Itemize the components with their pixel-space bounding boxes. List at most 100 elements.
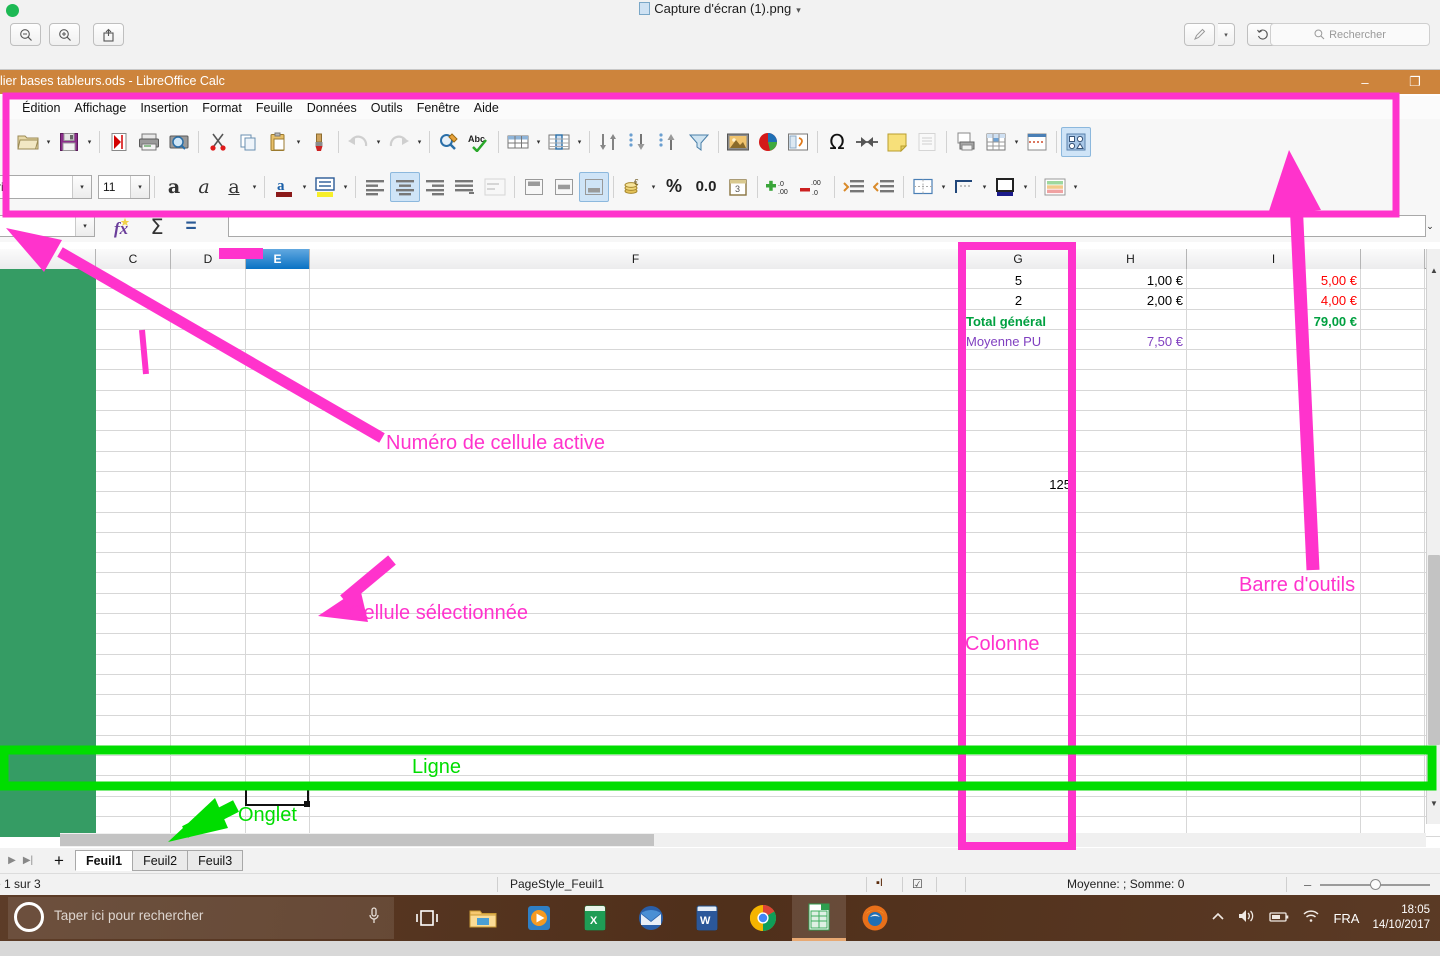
media-player-button[interactable]: [512, 895, 566, 941]
underline-button[interactable]: a: [219, 172, 249, 202]
freeze-rows-columns-button[interactable]: [852, 127, 882, 157]
column-header-F[interactable]: F: [310, 249, 962, 269]
print-button[interactable]: [134, 127, 164, 157]
selection-mode-icon[interactable]: ▪I: [876, 877, 883, 889]
open-document-button[interactable]: [13, 127, 43, 157]
scroll-up-icon[interactable]: ▲: [1427, 263, 1440, 277]
column-header-I[interactable]: I: [1187, 249, 1361, 269]
align-center-button[interactable]: [390, 171, 420, 202]
align-bottom-button[interactable]: [579, 171, 609, 202]
format-currency-button[interactable]: €: [618, 172, 648, 202]
cell-G2[interactable]: 2: [962, 291, 1075, 311]
add-decimal-button[interactable]: .0.00: [762, 172, 796, 202]
column-button[interactable]: [544, 127, 574, 157]
font-color-button[interactable]: a: [269, 172, 299, 202]
sort-ascending-button[interactable]: [624, 127, 654, 157]
spreadsheet-grid-area[interactable]: C D E F G H I 5 1,00 € 5,00 € 2 2,00 € 4…: [0, 249, 1440, 847]
cell-I2[interactable]: 4,00 €: [1187, 291, 1361, 311]
document-modified-icon[interactable]: ☑: [912, 877, 923, 891]
taskbar-clock[interactable]: 18:05 14/10/2017: [1372, 903, 1434, 933]
print-preview-button[interactable]: [164, 127, 194, 157]
conditional-formatting-button[interactable]: [1040, 172, 1070, 202]
save-document-button[interactable]: [54, 127, 84, 157]
undo-button[interactable]: [343, 127, 373, 157]
font-size-combo[interactable]: 11 ▾: [98, 174, 150, 199]
chevron-down-icon[interactable]: ▾: [72, 175, 91, 198]
cell-I3[interactable]: 79,00 €: [1187, 311, 1361, 331]
column-header-C[interactable]: C: [96, 249, 171, 269]
align-middle-button[interactable]: [549, 172, 579, 202]
sort-descending-button[interactable]: [654, 127, 684, 157]
border-style-dropdown[interactable]: ▾: [979, 172, 990, 202]
formula-input-line[interactable]: [228, 215, 1426, 237]
pivot-table-button[interactable]: [783, 127, 813, 157]
delete-decimal-button[interactable]: .00.0: [796, 172, 830, 202]
battery-icon[interactable]: [1269, 910, 1289, 927]
background-color-dropdown[interactable]: ▾: [1020, 172, 1031, 202]
open-document-dropdown[interactable]: ▾: [43, 127, 54, 157]
font-name-combo[interactable]: ri ▾: [0, 174, 92, 199]
highlight-color-button[interactable]: [310, 172, 340, 202]
thunderbird-button[interactable]: [624, 895, 678, 941]
zoom-in-button[interactable]: [49, 23, 80, 46]
expand-formula-bar-button[interactable]: ⌄: [1422, 216, 1438, 236]
wrap-text-button[interactable]: [480, 172, 510, 202]
column-header-J[interactable]: [1361, 249, 1425, 269]
increase-indent-button[interactable]: [839, 172, 869, 202]
save-document-dropdown[interactable]: ▾: [84, 127, 95, 157]
column-header-D[interactable]: D: [171, 249, 246, 269]
page-break-button[interactable]: [1022, 127, 1052, 157]
chevron-down-icon[interactable]: ▾: [130, 175, 149, 198]
menu-item-edition[interactable]: Édition: [15, 99, 67, 117]
zoom-out-button[interactable]: [10, 23, 41, 46]
chevron-down-icon[interactable]: ▾: [75, 216, 94, 236]
chevron-down-icon[interactable]: ▾: [796, 5, 801, 15]
column-header-E[interactable]: E: [246, 249, 310, 269]
spelling-button[interactable]: Abc: [464, 127, 494, 157]
insert-table-dropdown[interactable]: ▾: [533, 127, 544, 157]
autofilter-button[interactable]: [684, 127, 714, 157]
column-header-H[interactable]: H: [1075, 249, 1187, 269]
format-currency-dropdown[interactable]: ▾: [648, 172, 659, 202]
microphone-icon[interactable]: [368, 907, 380, 929]
redo-button[interactable]: [384, 127, 414, 157]
file-explorer-button[interactable]: [456, 895, 510, 941]
cell-G1[interactable]: 5: [962, 270, 1075, 290]
firefox-button[interactable]: [848, 895, 902, 941]
cell-H2[interactable]: 2,00 €: [1075, 291, 1187, 311]
sheet-tab-feuil1[interactable]: Feuil1: [74, 850, 134, 871]
share-button[interactable]: [93, 23, 124, 46]
zoom-out-icon[interactable]: –: [1304, 877, 1311, 892]
libreoffice-calc-button[interactable]: [792, 895, 846, 941]
menu-item-outils[interactable]: Outils: [364, 99, 410, 117]
start-button-icon[interactable]: [14, 902, 44, 932]
tab-nav-last-button[interactable]: ▶|: [20, 850, 36, 872]
format-percent-button[interactable]: %: [659, 172, 689, 202]
scroll-down-icon[interactable]: ▼: [1427, 796, 1440, 810]
column-header-B-cutoff[interactable]: [0, 249, 96, 269]
zoom-slider-knob[interactable]: [1370, 879, 1381, 890]
italic-button[interactable]: a: [189, 172, 219, 202]
print-area-button[interactable]: [951, 127, 981, 157]
export-pdf-button[interactable]: [104, 127, 134, 157]
task-view-button[interactable]: [400, 895, 454, 941]
insert-chart-button[interactable]: [753, 127, 783, 157]
function-wizard-button[interactable]: fx: [108, 212, 138, 242]
menu-item-fichier-cutoff[interactable]: r: [2, 99, 15, 117]
menu-item-format[interactable]: Format: [195, 99, 249, 117]
word-button[interactable]: W: [680, 895, 734, 941]
menu-item-donnees[interactable]: Données: [300, 99, 364, 117]
wifi-icon[interactable]: [1302, 909, 1320, 927]
clone-formatting-button[interactable]: [304, 127, 334, 157]
define-print-area-dropdown[interactable]: ▾: [1011, 127, 1022, 157]
new-document-dropdown[interactable]: ▾: [2, 127, 13, 157]
cell-G11[interactable]: 125: [962, 474, 1075, 494]
horizontal-scroll-thumb[interactable]: [60, 834, 654, 846]
minimize-button[interactable]: –: [1348, 70, 1382, 94]
borders-dropdown[interactable]: ▾: [938, 172, 949, 202]
format-number-button[interactable]: 0.0: [689, 172, 723, 202]
cell-H1[interactable]: 1,00 €: [1075, 270, 1187, 290]
cell-G4[interactable]: Moyenne PU: [962, 332, 1075, 352]
insert-table-button[interactable]: [503, 127, 533, 157]
align-left-button[interactable]: [360, 172, 390, 202]
